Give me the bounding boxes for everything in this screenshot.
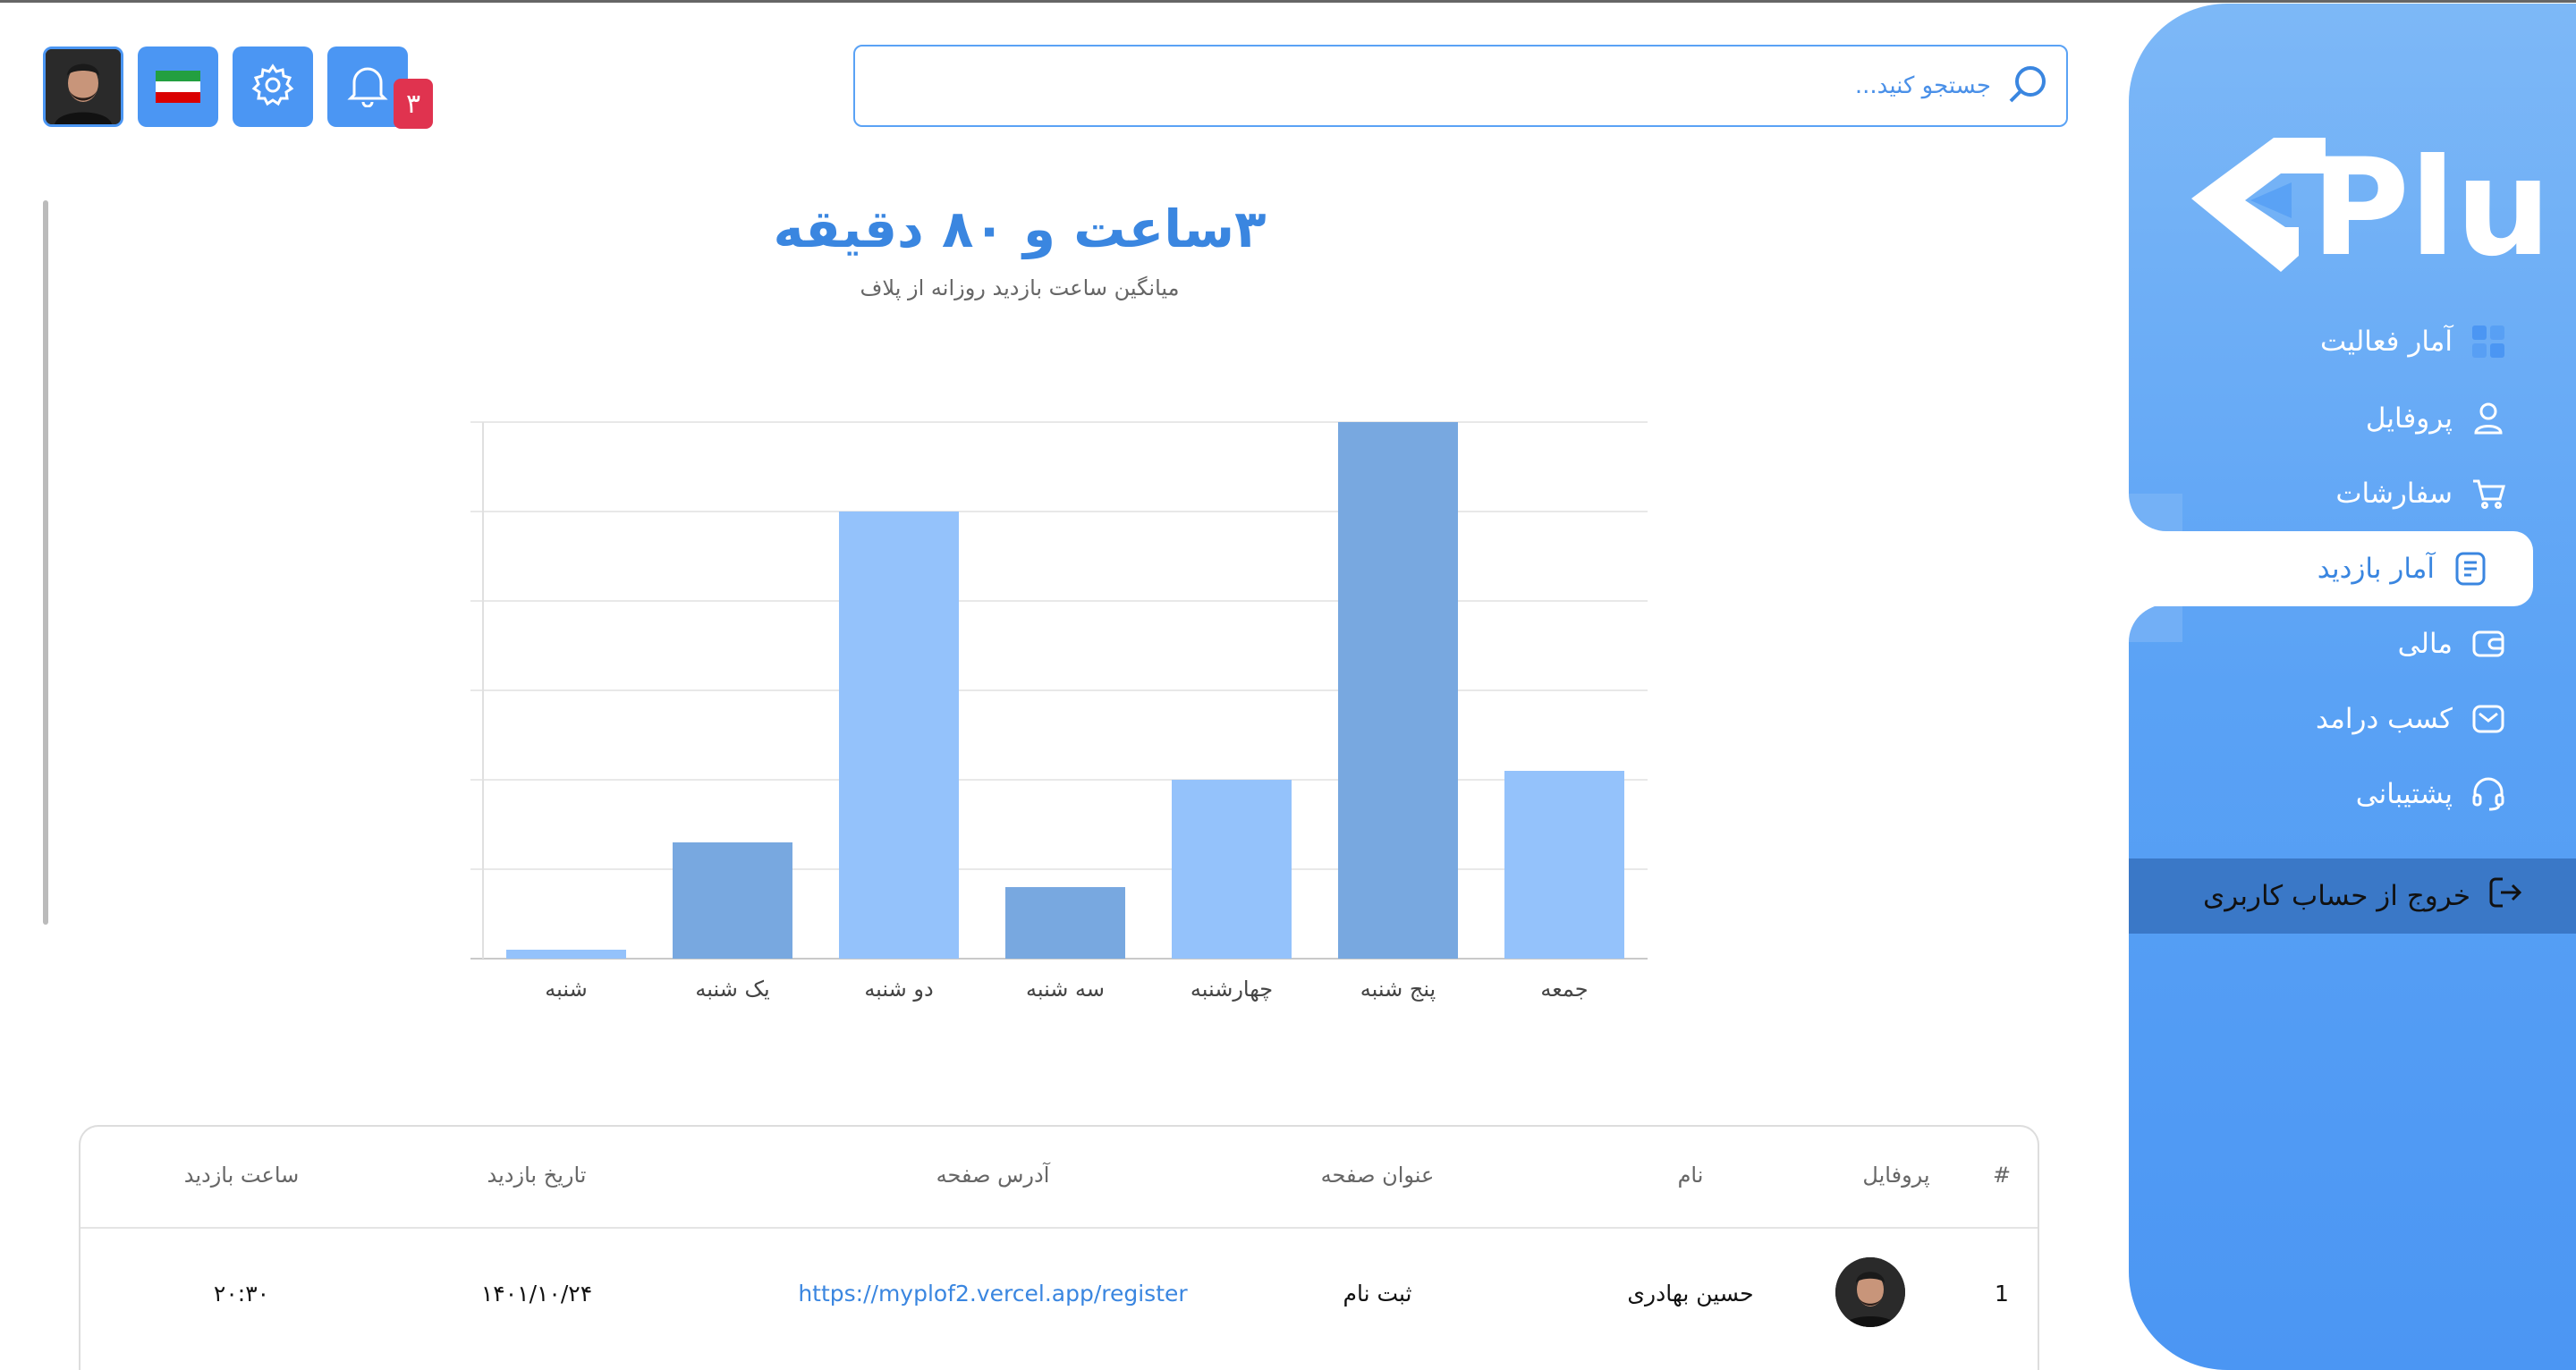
row-page-title: ثبت نام <box>1343 1281 1412 1307</box>
sidebar-item-label: پشتیبانی <box>2355 778 2453 810</box>
chart-x-tick-label: یک شنبه <box>695 977 769 1002</box>
chart-bar <box>506 950 626 959</box>
avatar <box>46 49 121 124</box>
row-visit-date: ۱۴۰۱/۱۰/۲۴ <box>480 1281 593 1307</box>
logout-button[interactable]: خروج از حساب کاربری <box>2129 858 2576 934</box>
chart-x-tick-label: دو شنبه <box>864 977 933 1002</box>
wallet-icon <box>2470 626 2506 662</box>
flag-stripe-green <box>156 71 200 81</box>
chart-x-tick-label: جمعه <box>1540 977 1588 1002</box>
logout-icon <box>2488 875 2522 917</box>
header-page-address: آدرس صفحه <box>936 1163 1050 1188</box>
pluf-logo[interactable]: Pluf <box>2191 131 2576 286</box>
chart-bar <box>839 512 959 959</box>
bell-icon <box>347 63 388 111</box>
sidebar-item-label: پروفایل <box>2365 402 2453 435</box>
sidebar-item-finance[interactable]: مالی <box>2129 606 2533 681</box>
chart-x-tick-label: چهارشنبه <box>1191 977 1273 1002</box>
row-avatar[interactable] <box>1835 1257 1905 1327</box>
flag-stripe-red <box>156 92 200 103</box>
header-page-title: عنوان صفحه <box>1320 1163 1435 1188</box>
sidebar-item-profile[interactable]: پروفایل <box>2129 381 2533 456</box>
sidebar-item-label: آمار فعالیت <box>2320 326 2453 358</box>
chart-bar <box>1172 780 1292 959</box>
chart-x-tick-label: سه شنبه <box>1026 977 1105 1002</box>
mail-icon <box>2470 701 2506 737</box>
headset-icon <box>2470 776 2506 812</box>
visits-table: # پروفایل نام عنوان صفحه آدرس صفحه تاریخ… <box>79 1125 2039 1370</box>
cart-icon <box>2470 476 2506 512</box>
chart-bar <box>1005 887 1125 959</box>
sidebar-item-label: کسب درامد <box>2316 703 2453 735</box>
notification-badge: ۳ <box>394 79 433 129</box>
row-name: حسین بهادری <box>1627 1281 1754 1307</box>
average-visit-headline: ۳ساعت و ۸۰ دقیقه <box>773 199 1267 259</box>
chart-x-tick-label: شنبه <box>545 977 587 1002</box>
header-visit-time: ساعت بازدید <box>183 1163 300 1188</box>
sidebar-item-earnings[interactable]: کسب درامد <box>2129 681 2533 757</box>
row-visit-time: ۲۰:۳۰ <box>213 1281 270 1307</box>
sidebar: Pluf آمار فعالیت پروفایل سفارشات آمار با… <box>2129 4 2576 1370</box>
sidebar-item-visit-stats[interactable]: آمار بازدید <box>2129 531 2533 606</box>
chart-bar <box>1338 422 1458 959</box>
header-index: # <box>1992 1163 2012 1188</box>
search-input[interactable]: جستجو کنید... <box>853 45 2068 127</box>
sidebar-item-label: سفارشات <box>2335 478 2453 510</box>
iran-flag-icon <box>156 71 200 103</box>
header-name: نام <box>1677 1163 1704 1188</box>
search-icon[interactable] <box>2007 63 2048 108</box>
user-avatar-button[interactable] <box>43 47 123 127</box>
sidebar-item-orders[interactable]: سفارشات <box>2129 456 2533 531</box>
header-profile: پروفایل <box>1862 1163 1930 1188</box>
row-page-address-link[interactable]: https://myplof2.vercel.app/register <box>769 1281 1216 1307</box>
window-top-border <box>0 0 2576 3</box>
table-header: # پروفایل نام عنوان صفحه آدرس صفحه تاریخ… <box>80 1127 2038 1229</box>
language-button[interactable] <box>138 47 218 127</box>
content-scrollbar[interactable] <box>43 200 48 925</box>
chart-bar <box>1504 771 1624 959</box>
average-visit-subtitle: میانگین ساعت بازدید روزانه از پلاف <box>860 275 1180 300</box>
sidebar-item-label: آمار بازدید <box>2317 553 2435 585</box>
flag-stripe-white <box>156 81 200 92</box>
user-icon <box>2470 401 2506 436</box>
sidebar-item-label: مالی <box>2397 628 2453 660</box>
grid-icon <box>2470 324 2506 359</box>
search-placeholder: جستجو کنید... <box>1854 72 1991 99</box>
daily-visits-chart: شنبه یک شنبه دو شنبه سه شنبه چهارشنبه پنج شنب… <box>470 421 1648 1002</box>
logo-text: Pluf <box>2311 138 2540 272</box>
document-icon <box>2453 551 2488 587</box>
sidebar-item-support[interactable]: پشتیبانی <box>2129 757 2533 832</box>
logout-label: خروج از حساب کاربری <box>2202 880 2470 912</box>
chart-bar <box>673 842 792 959</box>
sidebar-item-activity[interactable]: آمار فعالیت <box>2129 304 2533 379</box>
row-index: 1 <box>1995 1281 2009 1307</box>
chart-x-tick-label: پنج شنبه <box>1360 977 1436 1002</box>
settings-button[interactable] <box>233 47 313 127</box>
header-visit-date: تاریخ بازدید <box>487 1163 587 1188</box>
gear-icon <box>250 63 295 111</box>
